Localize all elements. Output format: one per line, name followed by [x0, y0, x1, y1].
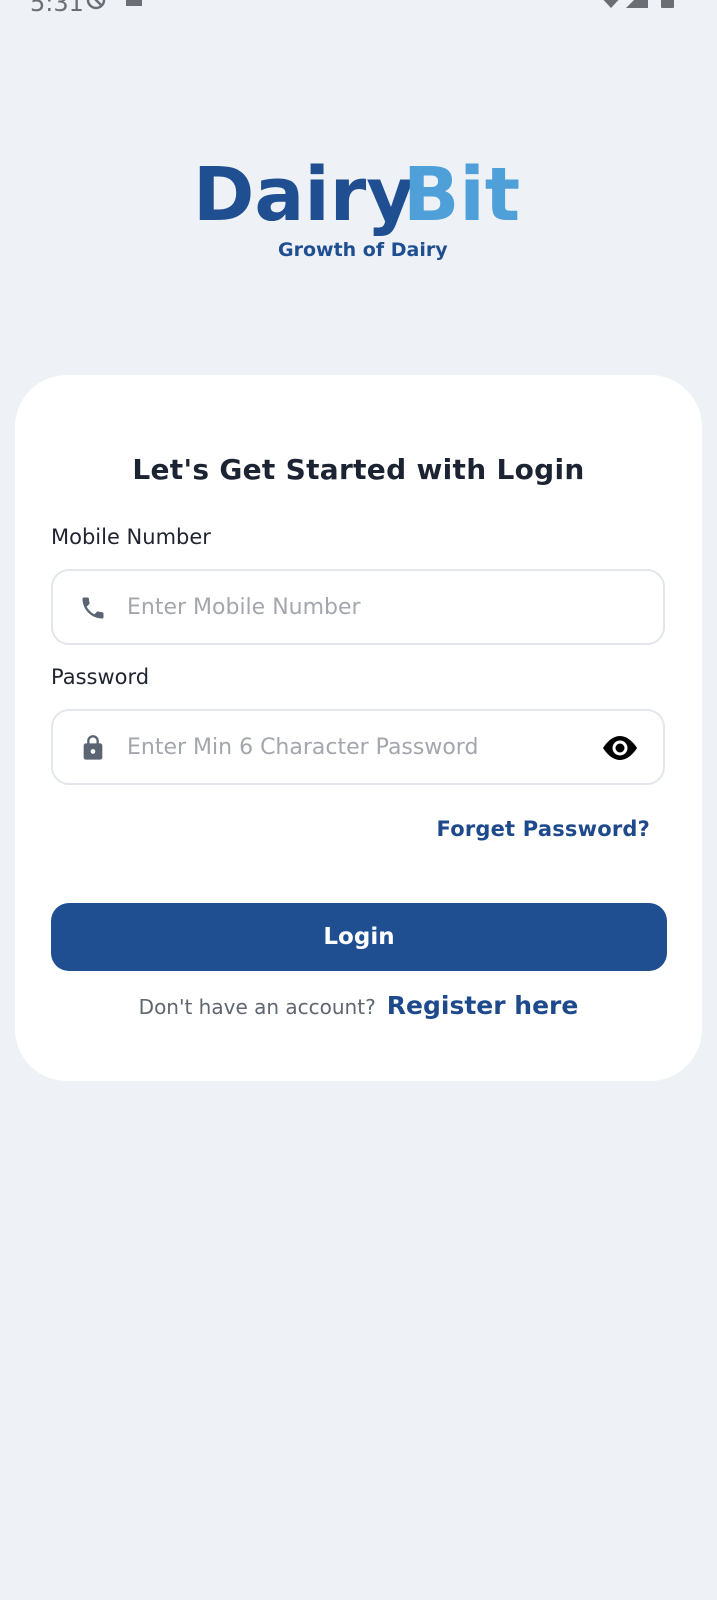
logo-tagline: Growth of Dairy: [278, 239, 448, 261]
signal-icon: [626, 0, 648, 8]
register-row: Don't have an account? Register here: [15, 991, 702, 1020]
do-not-disturb-icon: [86, 0, 106, 10]
wifi-icon: [603, 0, 619, 8]
mobile-number-field-container[interactable]: [51, 569, 665, 645]
login-card: Let's Get Started with Login Mobile Numb…: [15, 375, 702, 1081]
lock-icon: [83, 735, 103, 760]
password-label: Password: [51, 665, 150, 689]
password-field-container[interactable]: [51, 709, 665, 785]
status-bar: 5:31: [0, 0, 717, 20]
eye-icon[interactable]: [601, 733, 639, 763]
register-link[interactable]: Register here: [387, 991, 579, 1020]
login-title: Let's Get Started with Login: [132, 453, 585, 486]
battery-icon: [661, 0, 674, 8]
phone-icon: [82, 597, 104, 619]
status-time: 5:31: [30, 0, 84, 17]
logo-brand-part1: Dairy: [193, 152, 414, 238]
dairybit-logo: Dairy Bit Growth of Dairy: [193, 148, 523, 268]
mobile-number-label: Mobile Number: [51, 525, 211, 549]
dairybit-logo-graphic: Dairy Bit Growth of Dairy: [193, 152, 520, 261]
logo-brand-part2: Bit: [403, 152, 520, 238]
forget-password-link[interactable]: Forget Password?: [437, 817, 651, 841]
register-prompt: Don't have an account?: [138, 995, 376, 1019]
mobile-number-input[interactable]: [127, 571, 577, 643]
password-input[interactable]: [127, 711, 577, 783]
login-button[interactable]: Login: [51, 903, 667, 971]
sd-card-icon: [126, 0, 142, 6]
